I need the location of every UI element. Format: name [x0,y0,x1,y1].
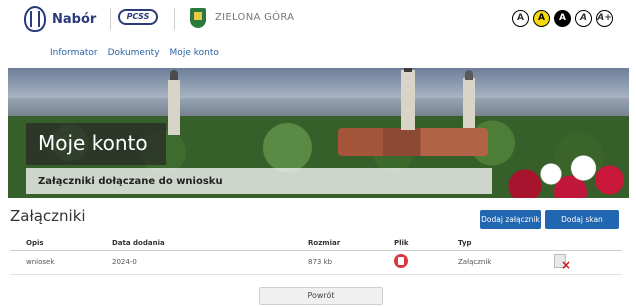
church-tower-image [168,70,180,135]
header-divider [110,8,111,30]
cell-actions [538,250,622,275]
pcss-logo[interactable]: PCSS [118,9,158,25]
back-button[interactable]: Powrót [259,287,383,305]
contrast-normal-button[interactable]: A [512,10,529,27]
attachments-table: Opis Data dodania Rozmiar Plik Typ wnios… [10,236,622,275]
font-size-button[interactable]: A [575,10,592,27]
column-header-rozmiar: Rozmiar [292,236,378,251]
column-header-data-dodania: Data dodania [96,236,292,251]
accessibility-controls: A A A A A+ [512,10,613,27]
cell-opis: wniosek [10,250,96,275]
add-attachment-button[interactable]: Dodaj załącznik [480,210,541,229]
font-increase-button[interactable]: A+ [596,10,613,27]
column-header-typ: Typ [442,236,538,251]
attachments-heading: Załączniki [10,207,86,225]
church-tower-image [401,68,415,130]
nav-item-informator[interactable]: Informator [50,48,98,58]
main-nav: Informator Dokumenty Moje konto [50,48,219,58]
table-row: wniosek 2024-0 873 kb Załącznik [10,250,622,275]
page-subtitle: Załączniki dołączane do wniosku [38,176,223,187]
page-subtitle-bar: Załączniki dołączane do wniosku [26,168,492,194]
nav-item-dokumenty[interactable]: Dokumenty [108,48,160,58]
cell-plik [378,250,442,275]
pdf-icon[interactable] [394,254,408,268]
column-header-actions [538,236,622,251]
page-title-box: Moje konto [26,123,166,165]
contrast-yellow-button[interactable]: A [533,10,550,27]
city-name: ZIELONA GÓRA [215,12,295,23]
nabor-logo[interactable]: Nabór [24,6,96,32]
delete-file-icon[interactable] [554,254,571,272]
nabor-logo-icon [24,6,46,32]
header: Nabór PCSS ZIELONA GÓRA A A A A A+ Infor… [0,0,636,58]
city-crest-icon [190,8,206,28]
column-header-plik: Plik [378,236,442,251]
header-divider [174,8,175,30]
cell-data-dodania: 2024-0 [96,250,292,275]
contrast-dark-button[interactable]: A [554,10,571,27]
page-title: Moje konto [38,131,148,155]
table-header-row: Opis Data dodania Rozmiar Plik Typ [10,236,622,251]
cell-rozmiar: 873 kb [292,250,378,275]
brand-name: Nabór [52,11,97,27]
church-tower-image [463,70,475,128]
column-header-opis: Opis [10,236,96,251]
add-scan-button[interactable]: Dodaj skan wniosku [545,210,619,243]
nav-item-moje-konto[interactable]: Moje konto [170,48,219,58]
cell-typ: Załącznik [442,250,538,275]
